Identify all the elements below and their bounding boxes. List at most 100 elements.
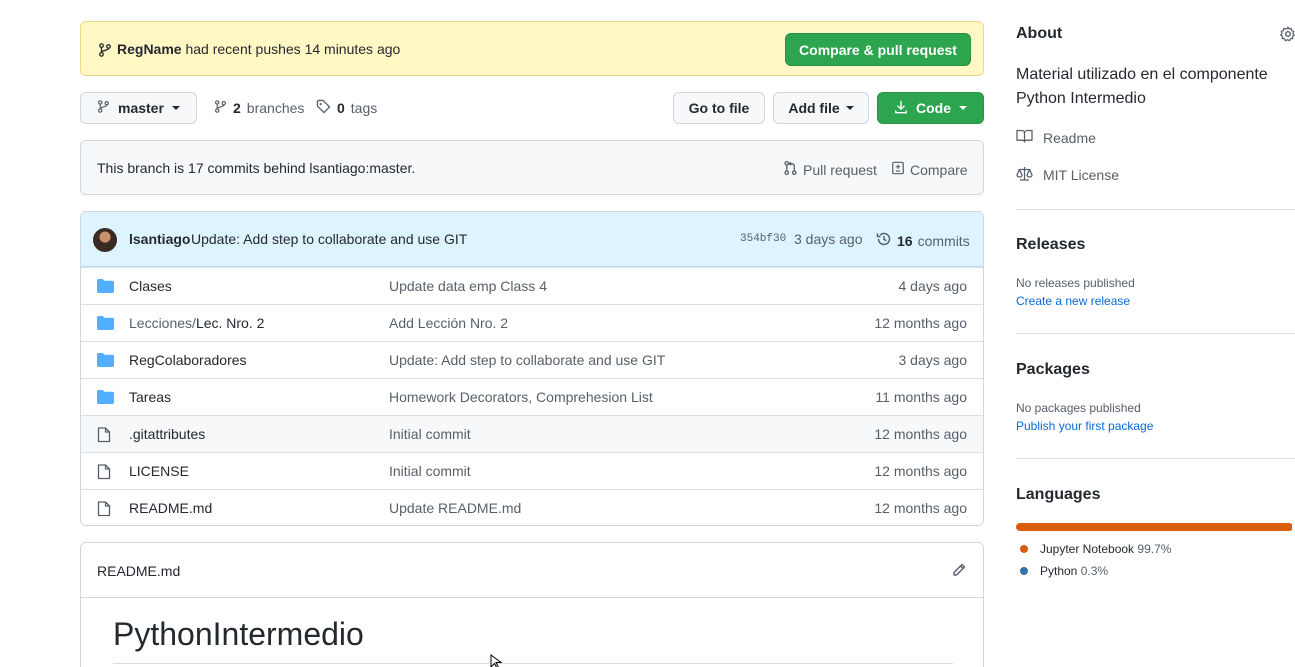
branches-label: branches <box>246 100 305 116</box>
language-percent: 0.3% <box>1080 564 1109 578</box>
add-file-label: Add file <box>788 100 840 116</box>
folder-icon <box>97 390 114 407</box>
file-name[interactable]: LICENSE <box>129 463 189 479</box>
recent-push-banner: RegName had recent pushes 14 minutes ago… <box>80 21 984 76</box>
file-age: 3 days ago <box>898 352 968 368</box>
file-name[interactable]: RegColaboradores <box>129 352 247 368</box>
file-name[interactable]: .gitattributes <box>129 426 205 442</box>
language-bar <box>1016 523 1293 531</box>
code-label: Code <box>916 100 951 116</box>
language-percent: 99.7% <box>1137 542 1172 556</box>
tags-count: 0 <box>337 100 345 116</box>
releases-title[interactable]: Releases <box>1016 236 1085 254</box>
readme-link-label: Readme <box>1043 129 1096 146</box>
readme-filename[interactable]: README.md <box>97 563 180 579</box>
history-icon <box>876 231 892 250</box>
license-link[interactable]: MIT License <box>1016 166 1119 184</box>
language-color-dot <box>1020 545 1028 553</box>
push-message: had recent pushes 14 minutes ago <box>185 41 401 57</box>
file-name[interactable]: README.md <box>129 500 212 516</box>
diff-icon <box>891 160 905 179</box>
divider <box>1016 458 1295 459</box>
about-title: About <box>1016 25 1063 42</box>
file-commit-message[interactable]: Update data emp Class 4 <box>389 278 547 294</box>
pull-request-link[interactable]: Pull request <box>783 160 877 179</box>
divider <box>1016 209 1295 210</box>
language-item-jupyter[interactable]: Jupyter Notebook 99.7% <box>1020 542 1171 556</box>
file-name[interactable]: Lecciones/Lec. Nro. 2 <box>129 315 264 331</box>
compare-label: Compare <box>910 161 968 178</box>
file-age: 12 months ago <box>874 426 967 442</box>
download-icon <box>894 100 908 117</box>
file-commit-message[interactable]: Initial commit <box>389 426 471 442</box>
file-commit-message[interactable]: Initial commit <box>389 463 471 479</box>
commit-time: 3 days ago <box>794 231 863 247</box>
file-commit-message[interactable]: Add Lección Nro. 2 <box>389 315 508 331</box>
license-link-label: MIT License <box>1043 167 1119 183</box>
file-age: 12 months ago <box>874 315 967 331</box>
commits-history-link[interactable]: 16 commits <box>876 231 970 250</box>
language-bar-segment-jupyter[interactable] <box>1016 523 1293 531</box>
tags-label: tags <box>350 100 378 116</box>
file-row[interactable]: RegColaboradores Update: Add step to col… <box>81 341 983 378</box>
readme-link[interactable]: Readme <box>1016 129 1096 146</box>
readme-heading: PythonIntermedio <box>113 616 953 664</box>
git-branch-icon <box>98 42 112 61</box>
commits-count: 16 <box>897 232 913 249</box>
branch-name: master <box>118 100 164 116</box>
pencil-icon[interactable] <box>951 562 967 581</box>
branches-count: 2 <box>233 100 241 116</box>
about-description: Material utilizado en el componente Pyth… <box>1016 66 1268 107</box>
file-row[interactable]: Clases Update data emp Class 4 4 days ag… <box>81 267 983 304</box>
compare-link[interactable]: Compare <box>891 160 968 179</box>
gear-icon[interactable] <box>1280 26 1295 45</box>
language-name: Python <box>1040 564 1078 578</box>
packages-title[interactable]: Packages <box>1016 361 1090 379</box>
file-row[interactable]: Lecciones/Lec. Nro. 2 Add Lección Nro. 2… <box>81 304 983 341</box>
publish-package-link[interactable]: Publish your first package <box>1016 419 1153 433</box>
branches-link[interactable]: 2 branches <box>214 99 304 117</box>
pull-request-label: Pull request <box>803 161 877 178</box>
add-file-button[interactable]: Add file <box>773 92 869 124</box>
file-row[interactable]: Tareas Homework Decorators, Comprehesion… <box>81 378 983 415</box>
push-user[interactable]: RegName <box>117 41 182 57</box>
file-name[interactable]: Tareas <box>129 389 171 405</box>
file-age: 12 months ago <box>874 500 967 516</box>
file-row[interactable]: README.md Update README.md 12 months ago <box>81 489 983 525</box>
commit-message[interactable]: Update: Add step to collaborate and use … <box>191 231 467 247</box>
git-branch-icon <box>214 99 227 117</box>
file-icon <box>97 464 111 483</box>
commit-sha[interactable]: 354bf30 <box>740 233 786 245</box>
go-to-file-button[interactable]: Go to file <box>673 92 765 124</box>
file-age: 4 days ago <box>898 278 968 294</box>
commit-author[interactable]: lsantiago <box>129 231 190 247</box>
file-name[interactable]: Clases <box>129 278 172 294</box>
folder-icon <box>97 353 114 370</box>
file-browser: lsantiago Update: Add step to collaborat… <box>80 211 984 526</box>
file-commit-message[interactable]: Update: Add step to collaborate and use … <box>389 352 665 368</box>
mouse-cursor-icon <box>490 654 504 667</box>
file-row[interactable]: LICENSE Initial commit 12 months ago <box>81 452 983 489</box>
file-icon <box>97 427 111 446</box>
latest-commit-bar: lsantiago Update: Add step to collaborat… <box>81 212 983 267</box>
avatar[interactable] <box>93 228 117 252</box>
divider <box>1016 333 1295 334</box>
branch-selector[interactable]: master <box>80 92 197 124</box>
create-release-link[interactable]: Create a new release <box>1016 294 1130 308</box>
no-packages-text: No packages published <box>1016 401 1141 415</box>
book-icon <box>1016 129 1033 146</box>
law-icon <box>1016 166 1033 184</box>
file-commit-message[interactable]: Update README.md <box>389 500 521 516</box>
file-row[interactable]: .gitattributes Initial commit 12 months … <box>81 415 983 452</box>
tag-icon <box>316 99 331 117</box>
pull-request-icon <box>783 160 798 179</box>
language-item-python[interactable]: Python 0.3% <box>1020 564 1108 578</box>
file-age: 12 months ago <box>874 463 967 479</box>
readme-header: README.md <box>81 543 983 598</box>
compare-pull-request-button[interactable]: Compare & pull request <box>785 33 971 66</box>
code-button[interactable]: Code <box>877 92 984 124</box>
commits-label: commits <box>917 232 970 249</box>
file-commit-message[interactable]: Homework Decorators, Comprehesion List <box>389 389 653 405</box>
folder-icon <box>97 279 114 296</box>
tags-link[interactable]: 0 tags <box>316 99 377 117</box>
